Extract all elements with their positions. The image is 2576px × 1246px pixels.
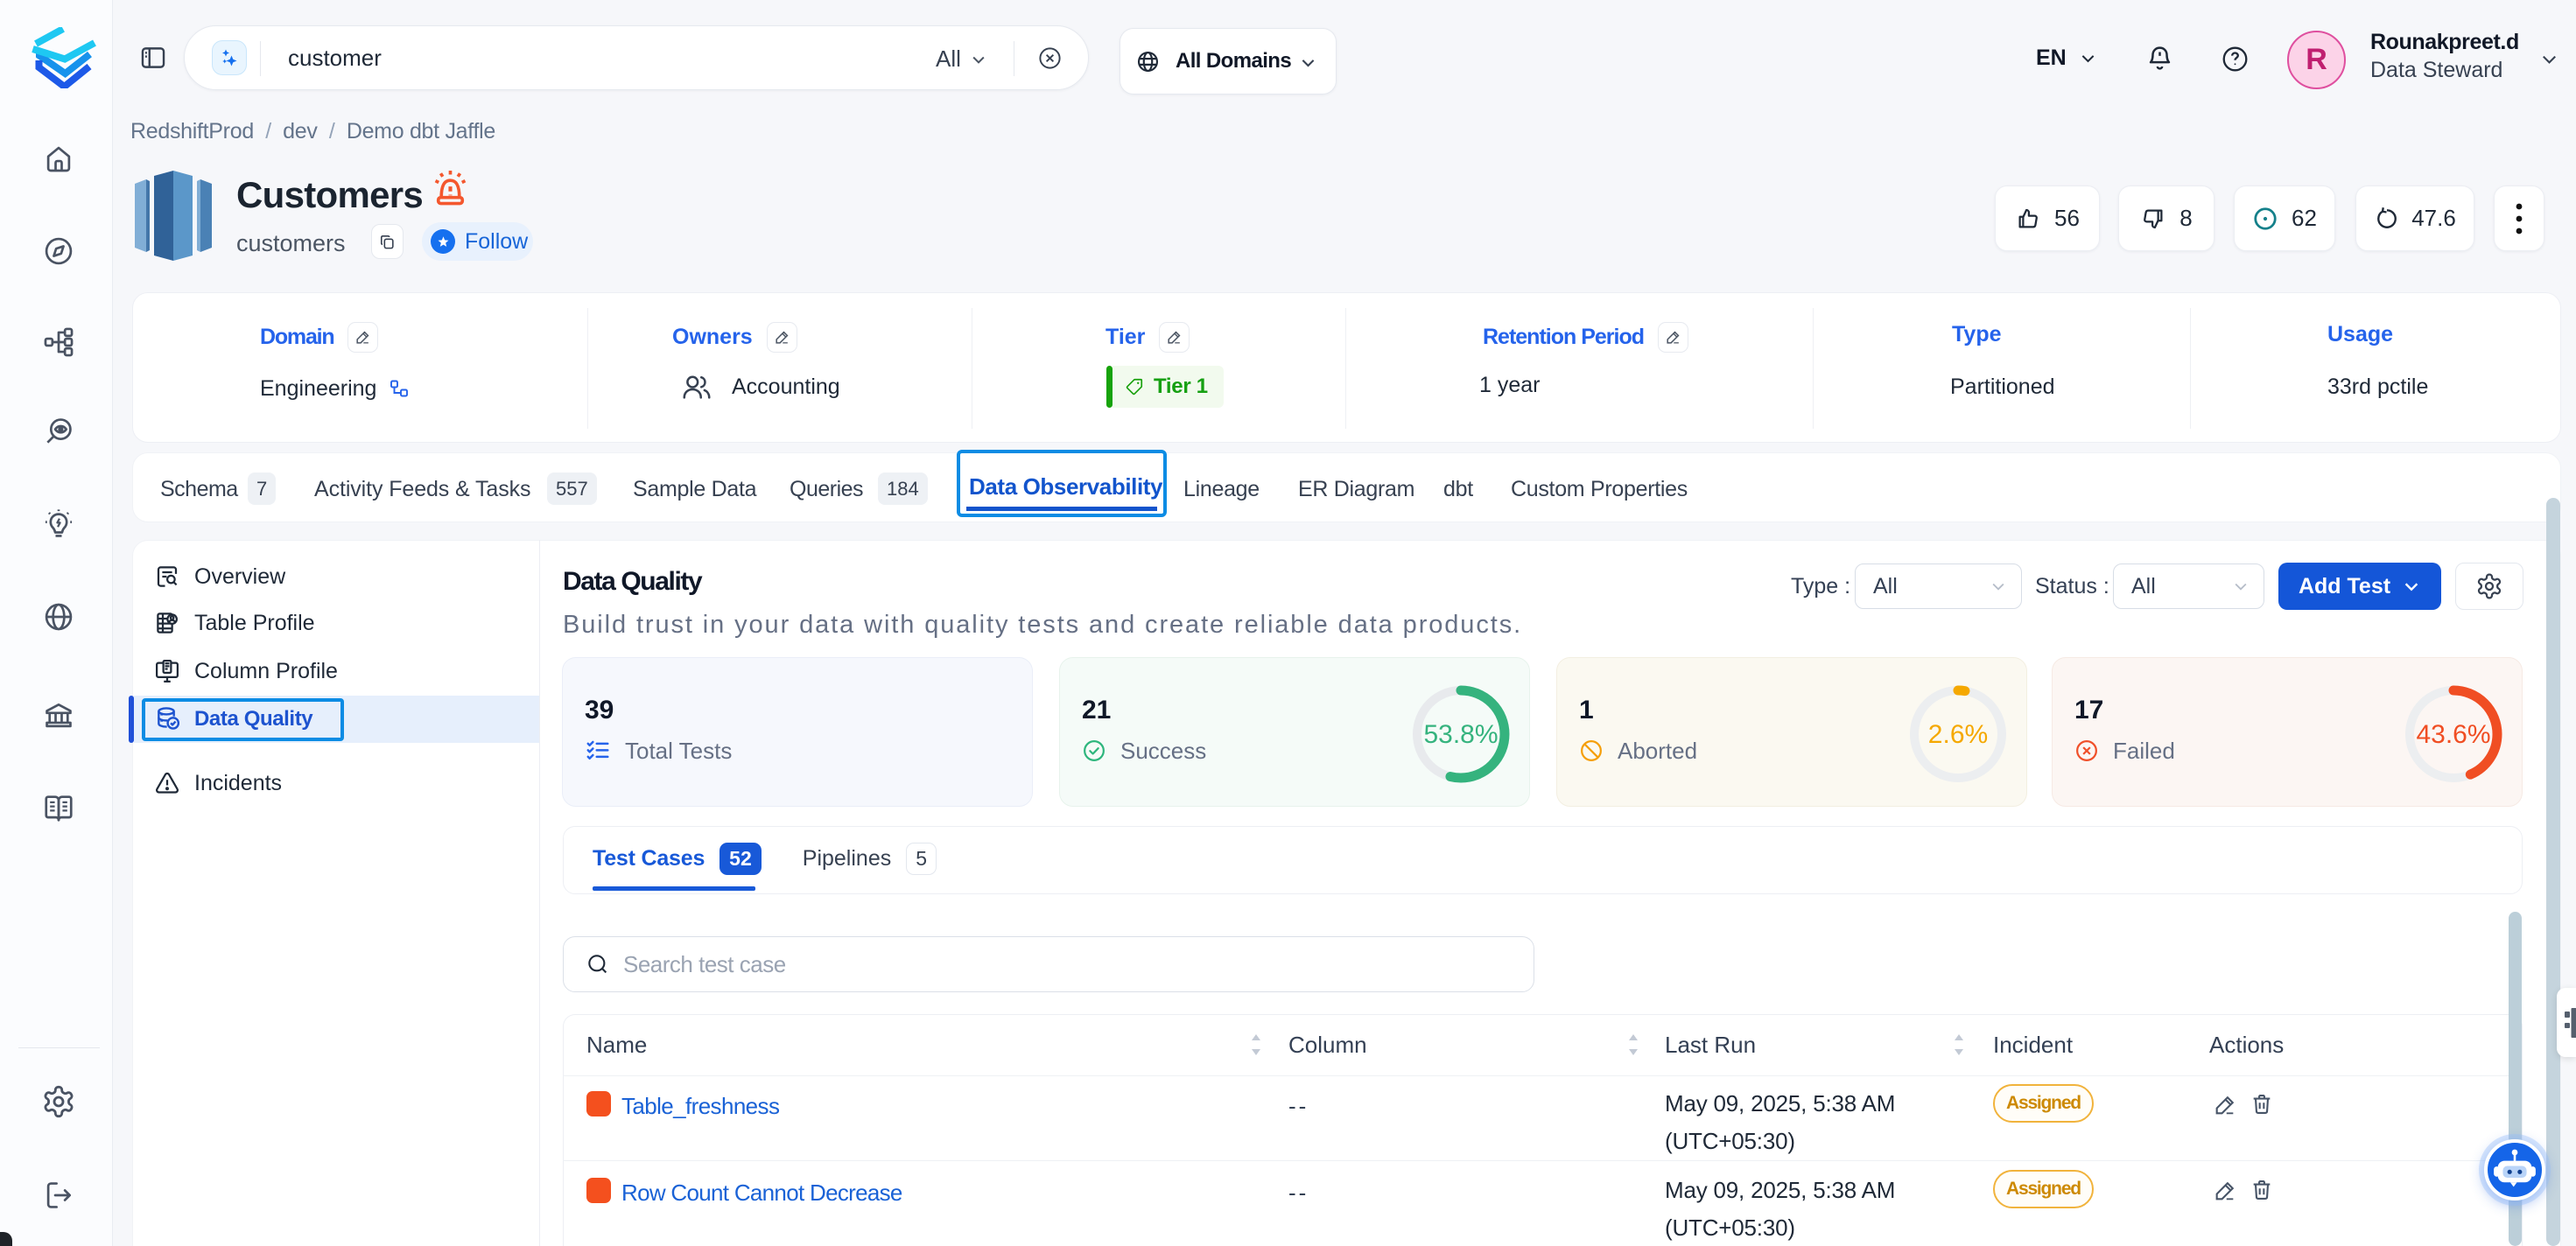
svg-text:53.8%: 53.8% xyxy=(1423,720,1498,749)
svg-text:43.6%: 43.6% xyxy=(2416,720,2490,749)
svg-text:2.6%: 2.6% xyxy=(1928,720,1988,749)
